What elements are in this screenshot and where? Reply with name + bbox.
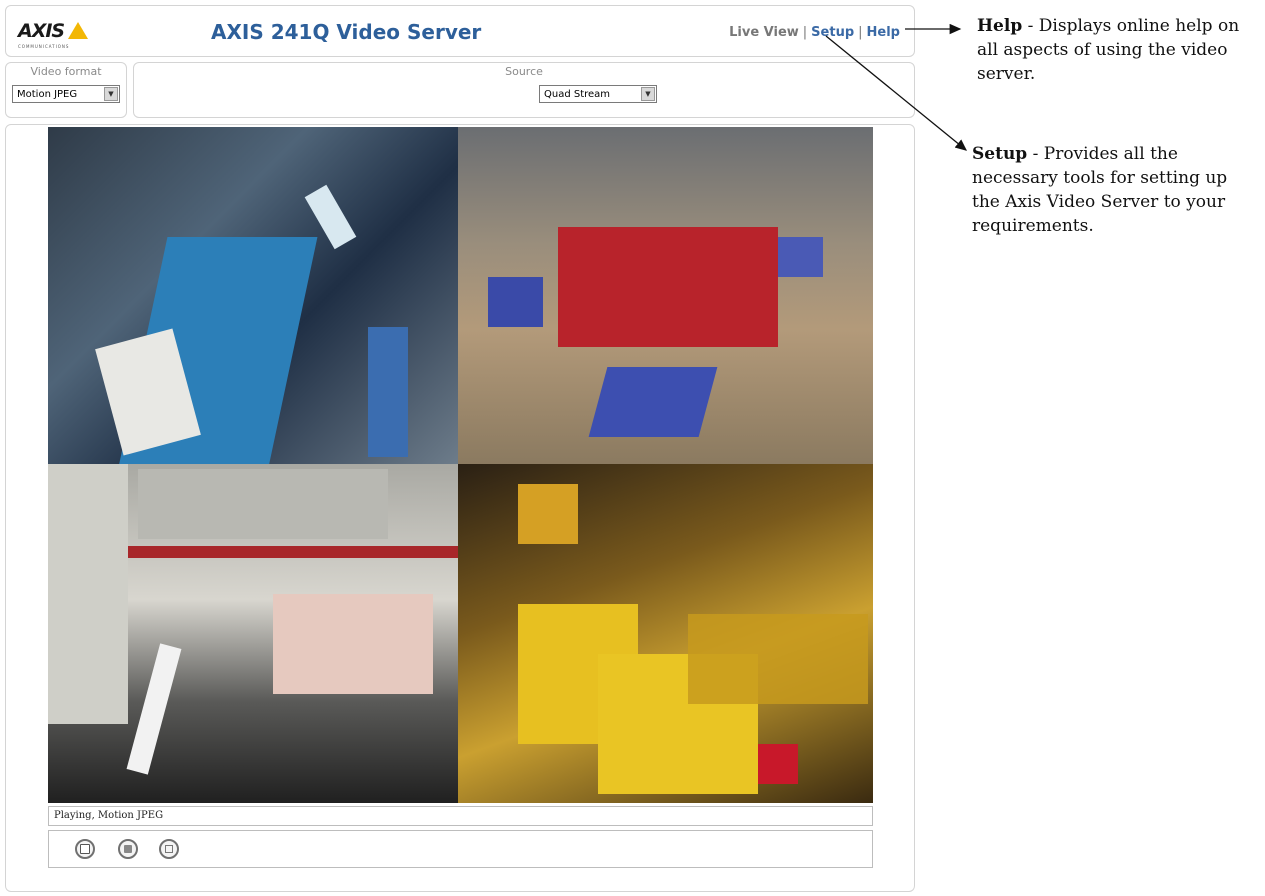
video-quadrant-1 [48, 127, 458, 464]
source-panel: Source Quad Stream ▼ [133, 62, 915, 118]
help-annotation: Help - Displays online help on all aspec… [977, 14, 1262, 86]
snapshot-icon [124, 845, 132, 853]
video-panel: Playing, Motion JPEG [5, 124, 915, 892]
video-quadrant-4 [458, 464, 873, 803]
stop-icon [80, 844, 90, 854]
source-label: Source [505, 65, 543, 78]
status-bar: Playing, Motion JPEG [48, 806, 873, 826]
video-quadrant-2 [458, 127, 873, 464]
nav-live-view[interactable]: Live View [729, 25, 799, 40]
source-value: Quad Stream [544, 89, 611, 100]
video-stream[interactable] [48, 127, 873, 803]
logo-tagline: COMMUNICATIONS [18, 44, 70, 49]
snapshot-button[interactable] [118, 839, 138, 859]
help-annotation-term: Help [977, 16, 1023, 36]
stop-button[interactable] [75, 839, 95, 859]
header-bar: AXIS COMMUNICATIONS AXIS 241Q Video Serv… [5, 5, 915, 57]
page-title: AXIS 241Q Video Server [211, 20, 482, 44]
axis-logo[interactable]: AXIS COMMUNICATIONS [18, 20, 96, 50]
nav-separator: | [802, 25, 808, 40]
fullscreen-icon [165, 845, 173, 853]
setup-annotation: Setup - Provides all the necessary tools… [972, 142, 1257, 238]
logo-wordmark: AXIS [18, 20, 65, 42]
video-format-label: Video format [30, 65, 102, 78]
video-format-value: Motion JPEG [17, 89, 78, 100]
logo-triangle-icon [68, 22, 88, 39]
player-controls [48, 830, 873, 868]
top-navigation: Live View | Setup | Help [729, 25, 900, 40]
nav-help[interactable]: Help [867, 25, 900, 40]
video-quadrant-3 [48, 464, 458, 803]
video-format-panel: Video format Motion JPEG ▼ [5, 62, 127, 118]
chevron-down-icon[interactable]: ▼ [641, 87, 655, 101]
fullscreen-button[interactable] [159, 839, 179, 859]
nav-setup[interactable]: Setup [811, 25, 854, 40]
chevron-down-icon[interactable]: ▼ [104, 87, 118, 101]
source-select[interactable]: Quad Stream ▼ [539, 85, 657, 103]
video-format-select[interactable]: Motion JPEG ▼ [12, 85, 120, 103]
nav-separator: | [858, 25, 863, 40]
setup-annotation-term: Setup [972, 144, 1028, 164]
